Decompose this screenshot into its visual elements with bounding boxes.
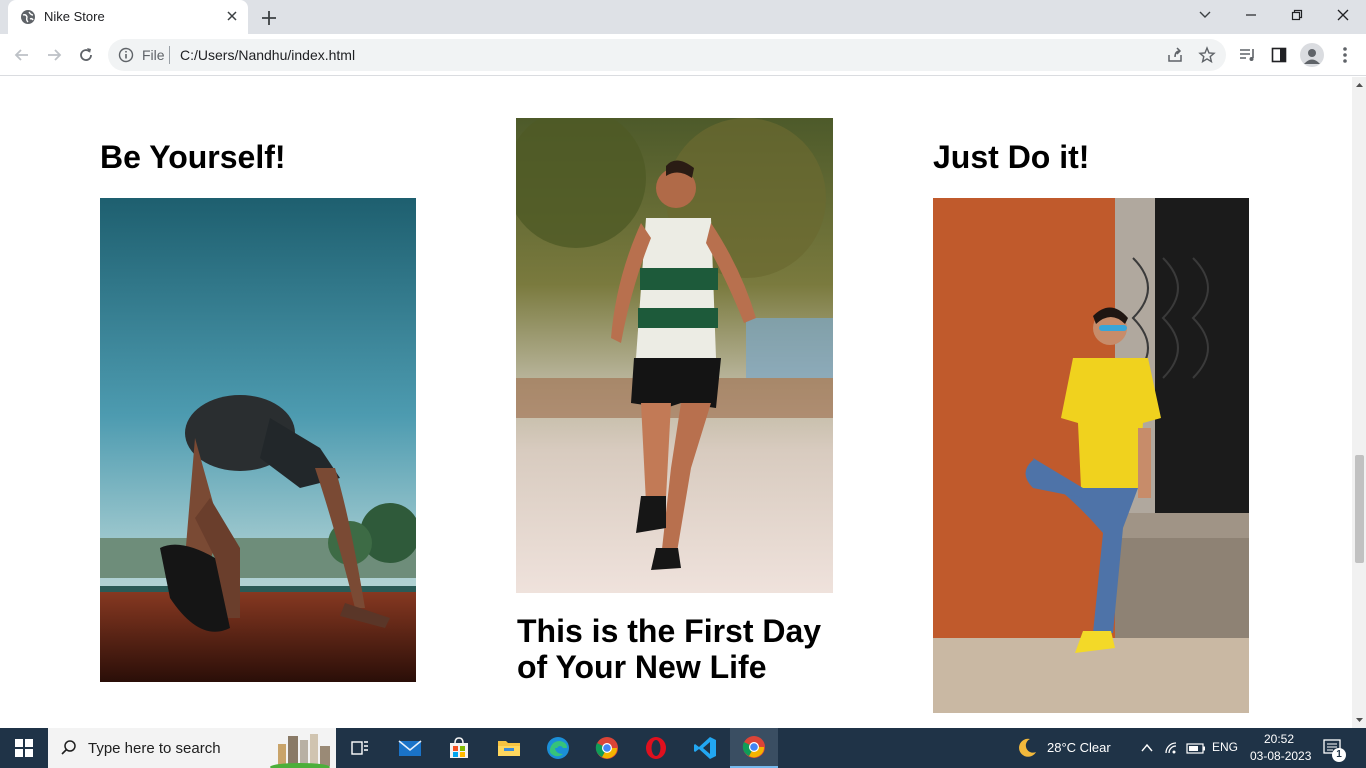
side-panel-button[interactable] bbox=[1268, 44, 1290, 66]
address-bar[interactable]: File C:/Users/Nandhu/index.html bbox=[108, 39, 1226, 71]
close-window-button[interactable] bbox=[1320, 0, 1366, 30]
media-playlist-icon bbox=[1240, 49, 1254, 61]
chevron-up-icon[interactable] bbox=[1140, 742, 1154, 754]
windows-taskbar: Type here to search 28°C Clear ENG 20:52… bbox=[0, 728, 1366, 768]
edge-browser-button[interactable] bbox=[534, 728, 582, 768]
url-text[interactable]: C:/Users/Nandhu/index.html bbox=[180, 47, 355, 63]
reload-icon bbox=[80, 48, 92, 61]
mail-app-button[interactable] bbox=[386, 728, 434, 768]
reload-button[interactable] bbox=[74, 43, 98, 67]
store-app-button[interactable] bbox=[435, 728, 483, 768]
scroll-down-icon[interactable] bbox=[1355, 716, 1364, 724]
weather-text[interactable]: 28°C Clear bbox=[1047, 740, 1111, 755]
forward-button[interactable] bbox=[42, 43, 66, 67]
restore-button[interactable] bbox=[1274, 0, 1320, 30]
taskbar-search-box[interactable]: Type here to search bbox=[48, 728, 336, 768]
yellow-shirt-photo bbox=[933, 198, 1249, 713]
notification-badge: 1 bbox=[1332, 748, 1346, 762]
person-icon bbox=[1304, 49, 1320, 64]
share-icon[interactable] bbox=[1166, 46, 1184, 64]
language-indicator[interactable]: ENG bbox=[1212, 740, 1238, 754]
tab-title: Nike Store bbox=[44, 9, 105, 24]
info-icon[interactable] bbox=[118, 47, 134, 63]
profile-avatar[interactable] bbox=[1300, 43, 1324, 67]
folder-icon bbox=[498, 741, 520, 756]
runner-photo bbox=[516, 118, 833, 593]
browser-tab-strip: Nike Store bbox=[0, 0, 1366, 34]
mail-icon bbox=[398, 740, 422, 756]
globe-icon bbox=[21, 10, 35, 24]
url-scheme-label: File bbox=[142, 47, 165, 63]
reading-list-button[interactable] bbox=[1236, 44, 1258, 66]
card-heading-first-day: This is the First Day of Your New Life bbox=[517, 613, 822, 685]
back-button[interactable] bbox=[10, 43, 34, 67]
moon-weather-icon[interactable] bbox=[1016, 737, 1038, 759]
scroll-up-icon[interactable] bbox=[1355, 81, 1364, 89]
bookmark-star-icon[interactable] bbox=[1198, 46, 1216, 64]
battery-icon[interactable] bbox=[1186, 741, 1206, 755]
wifi-icon[interactable] bbox=[1164, 740, 1182, 756]
arrow-left-icon bbox=[14, 49, 28, 61]
task-view-icon bbox=[351, 741, 368, 755]
minimize-button[interactable] bbox=[1228, 0, 1274, 30]
start-button[interactable] bbox=[0, 728, 48, 768]
opera-icon bbox=[646, 737, 666, 759]
browser-tab[interactable]: Nike Store bbox=[8, 0, 248, 34]
vscode-icon bbox=[694, 737, 716, 759]
chrome-app-button[interactable] bbox=[583, 728, 631, 768]
browser-toolbar: File C:/Users/Nandhu/index.html bbox=[0, 34, 1366, 76]
vertical-scrollbar[interactable] bbox=[1352, 77, 1366, 728]
edge-icon bbox=[547, 737, 569, 759]
task-view-button[interactable] bbox=[336, 728, 384, 768]
close-tab-icon[interactable] bbox=[224, 8, 240, 24]
windows-logo-icon bbox=[15, 739, 33, 757]
vscode-app-button[interactable] bbox=[681, 728, 729, 768]
opera-app-button[interactable] bbox=[632, 728, 680, 768]
chrome-active-window-button[interactable] bbox=[730, 728, 778, 768]
side-panel-icon bbox=[1271, 47, 1287, 63]
minimize-icon bbox=[1246, 14, 1256, 16]
chrome-icon bbox=[742, 736, 765, 758]
clock-date[interactable]: 03-08-2023 bbox=[1250, 749, 1311, 763]
page-viewport: Be Yourself! This is the First Day of Yo… bbox=[0, 77, 1352, 728]
microsoft-store-icon bbox=[450, 737, 468, 758]
url-separator bbox=[169, 46, 170, 64]
sprinter-photo bbox=[100, 198, 416, 682]
arrow-right-icon bbox=[48, 49, 62, 61]
restore-icon bbox=[1291, 9, 1303, 21]
card-heading-just-do-it: Just Do it! bbox=[933, 139, 1090, 175]
clock-time[interactable]: 20:52 bbox=[1264, 732, 1294, 746]
search-icon bbox=[61, 740, 76, 755]
more-options-icon[interactable] bbox=[1334, 43, 1356, 67]
card-heading-be-yourself: Be Yourself! bbox=[100, 139, 286, 175]
chrome-icon bbox=[595, 737, 618, 759]
city-skyline-icon bbox=[270, 734, 330, 768]
scrollbar-thumb[interactable] bbox=[1355, 455, 1364, 563]
chevron-down-icon bbox=[1199, 11, 1211, 18]
tab-search-button[interactable] bbox=[1182, 0, 1228, 30]
close-icon bbox=[1337, 9, 1349, 21]
file-explorer-button[interactable] bbox=[485, 728, 533, 768]
new-tab-icon[interactable] bbox=[258, 7, 280, 29]
search-placeholder: Type here to search bbox=[88, 740, 221, 757]
